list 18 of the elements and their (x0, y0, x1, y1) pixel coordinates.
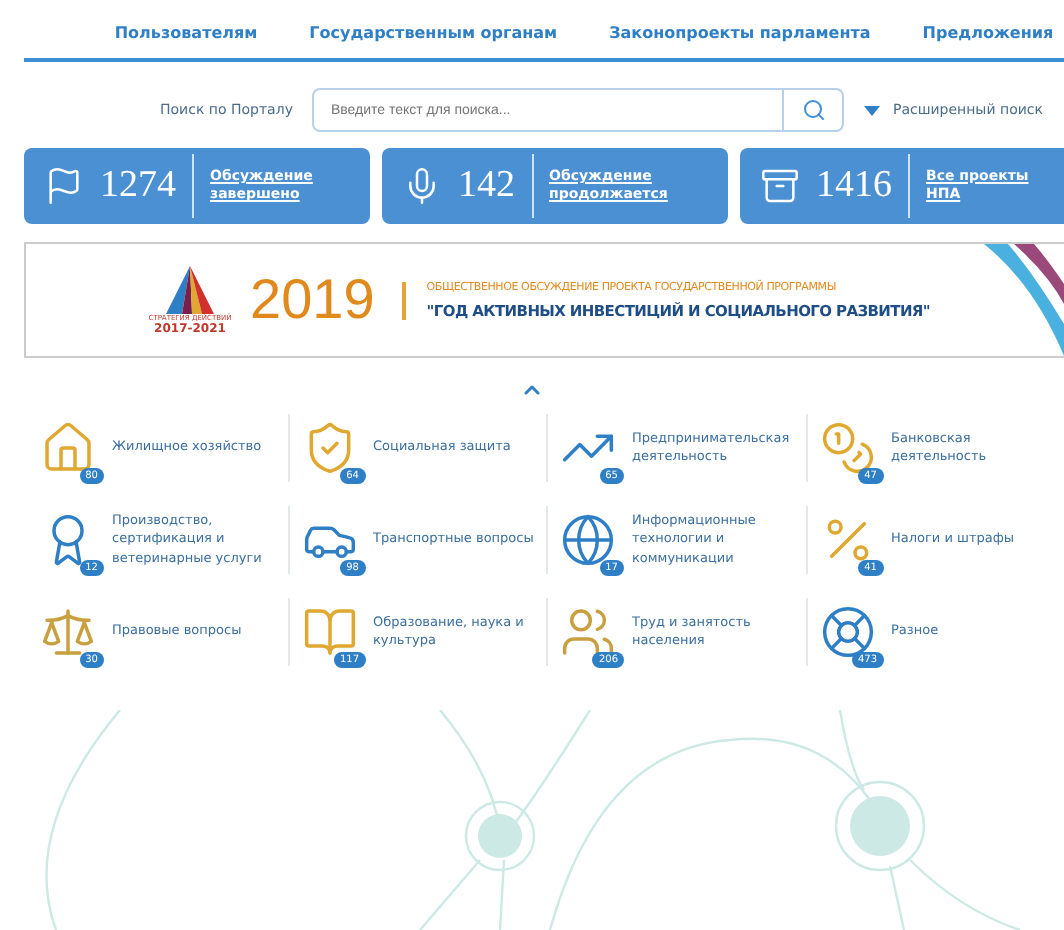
coins-icon (819, 420, 875, 476)
nav-link[interactable]: Законопроекты парламента (609, 24, 871, 42)
archive-icon (760, 166, 800, 206)
nav-link[interactable]: Предложения (922, 24, 1054, 42)
stat-count: 142 (458, 154, 533, 218)
search-icon (801, 98, 826, 122)
nav-link[interactable]: Государственным органам (309, 24, 558, 42)
banner-year: 2019 (250, 268, 375, 332)
globe-icon (560, 512, 616, 568)
house-icon (40, 420, 96, 476)
scales-icon (40, 604, 96, 660)
tent-logo-icon (166, 265, 214, 313)
lifebuoy-icon (819, 604, 875, 660)
stat-count: 1416 (816, 154, 910, 218)
people-icon (560, 604, 616, 660)
book-icon (301, 604, 357, 660)
nav-link[interactable]: Пользователям (114, 24, 258, 42)
stat-count: 1274 (100, 154, 194, 218)
